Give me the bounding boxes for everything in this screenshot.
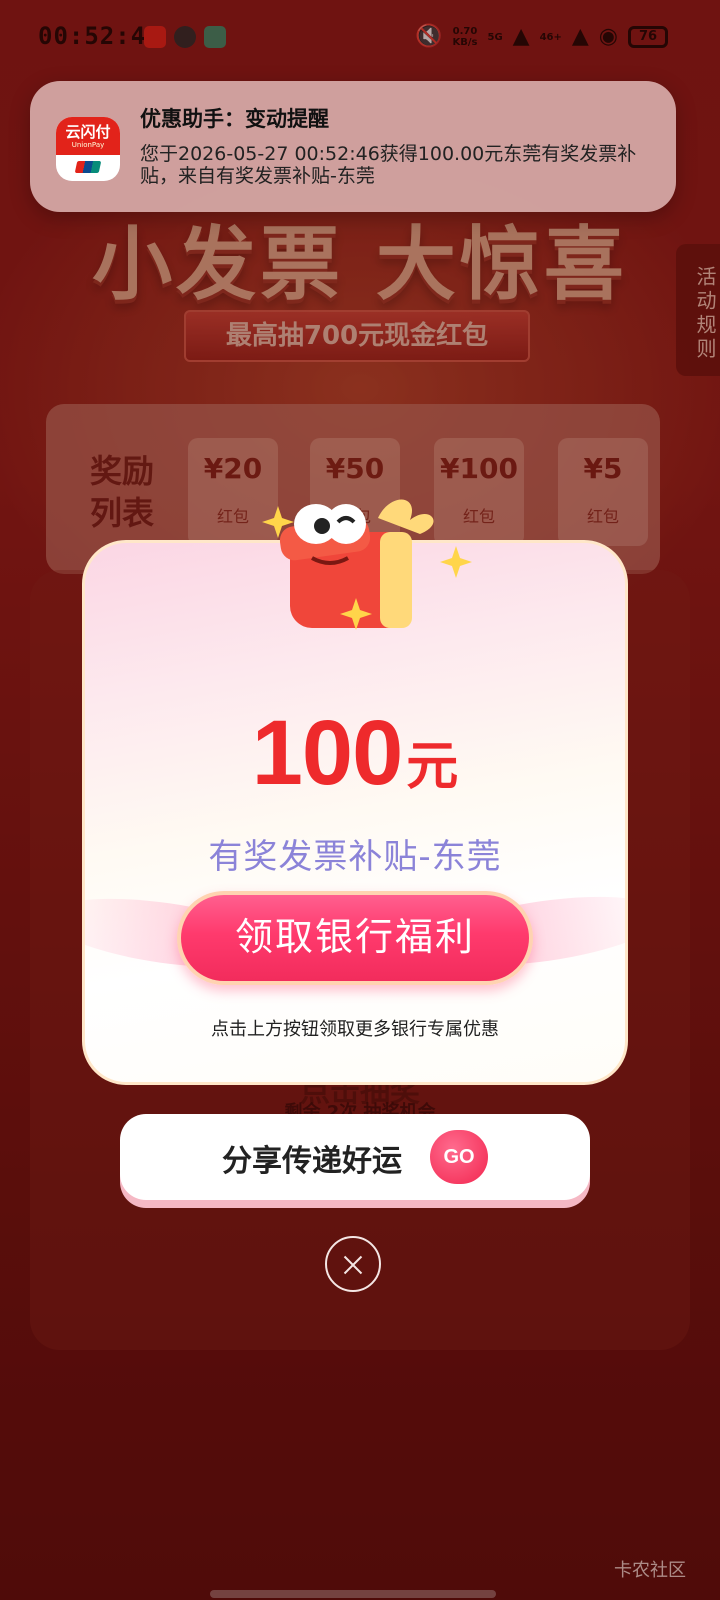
claim-bank-benefit-button[interactable]: 领取银行福利 — [177, 891, 533, 985]
share-label: 分享传递好运 — [222, 1144, 402, 1179]
prize-amount: 100元 — [85, 701, 625, 806]
notification-body: 您于2026-05-27 00:52:46获得100.00元东莞有奖发票补贴，来… — [140, 143, 637, 187]
app-icon-label: 云闪付 — [56, 117, 120, 155]
notification-banner[interactable]: 云闪付 UnionPay 优惠助手：变动提醒 您于2026-05-27 00:5… — [30, 81, 676, 212]
claim-hint: 点击上方按钮领取更多银行专属优惠 — [211, 1019, 499, 1040]
gift-box-mascot-icon — [262, 499, 472, 630]
prize-unit: 元 — [406, 738, 459, 796]
notification-title: 优惠助手：变动提醒 — [140, 107, 329, 131]
share-bar[interactable]: 分享传递好运 GO — [120, 1114, 590, 1200]
unionpay-card-icon — [74, 161, 102, 173]
go-button[interactable]: GO — [430, 1130, 488, 1184]
unionpay-app-icon: 云闪付 UnionPay — [56, 117, 120, 181]
app-icon-sublabel: UnionPay — [71, 141, 105, 149]
close-icon[interactable] — [325, 1236, 381, 1292]
prize-source: 有奖发票补贴-东莞 — [208, 837, 502, 877]
prize-number: 100 — [251, 702, 403, 804]
